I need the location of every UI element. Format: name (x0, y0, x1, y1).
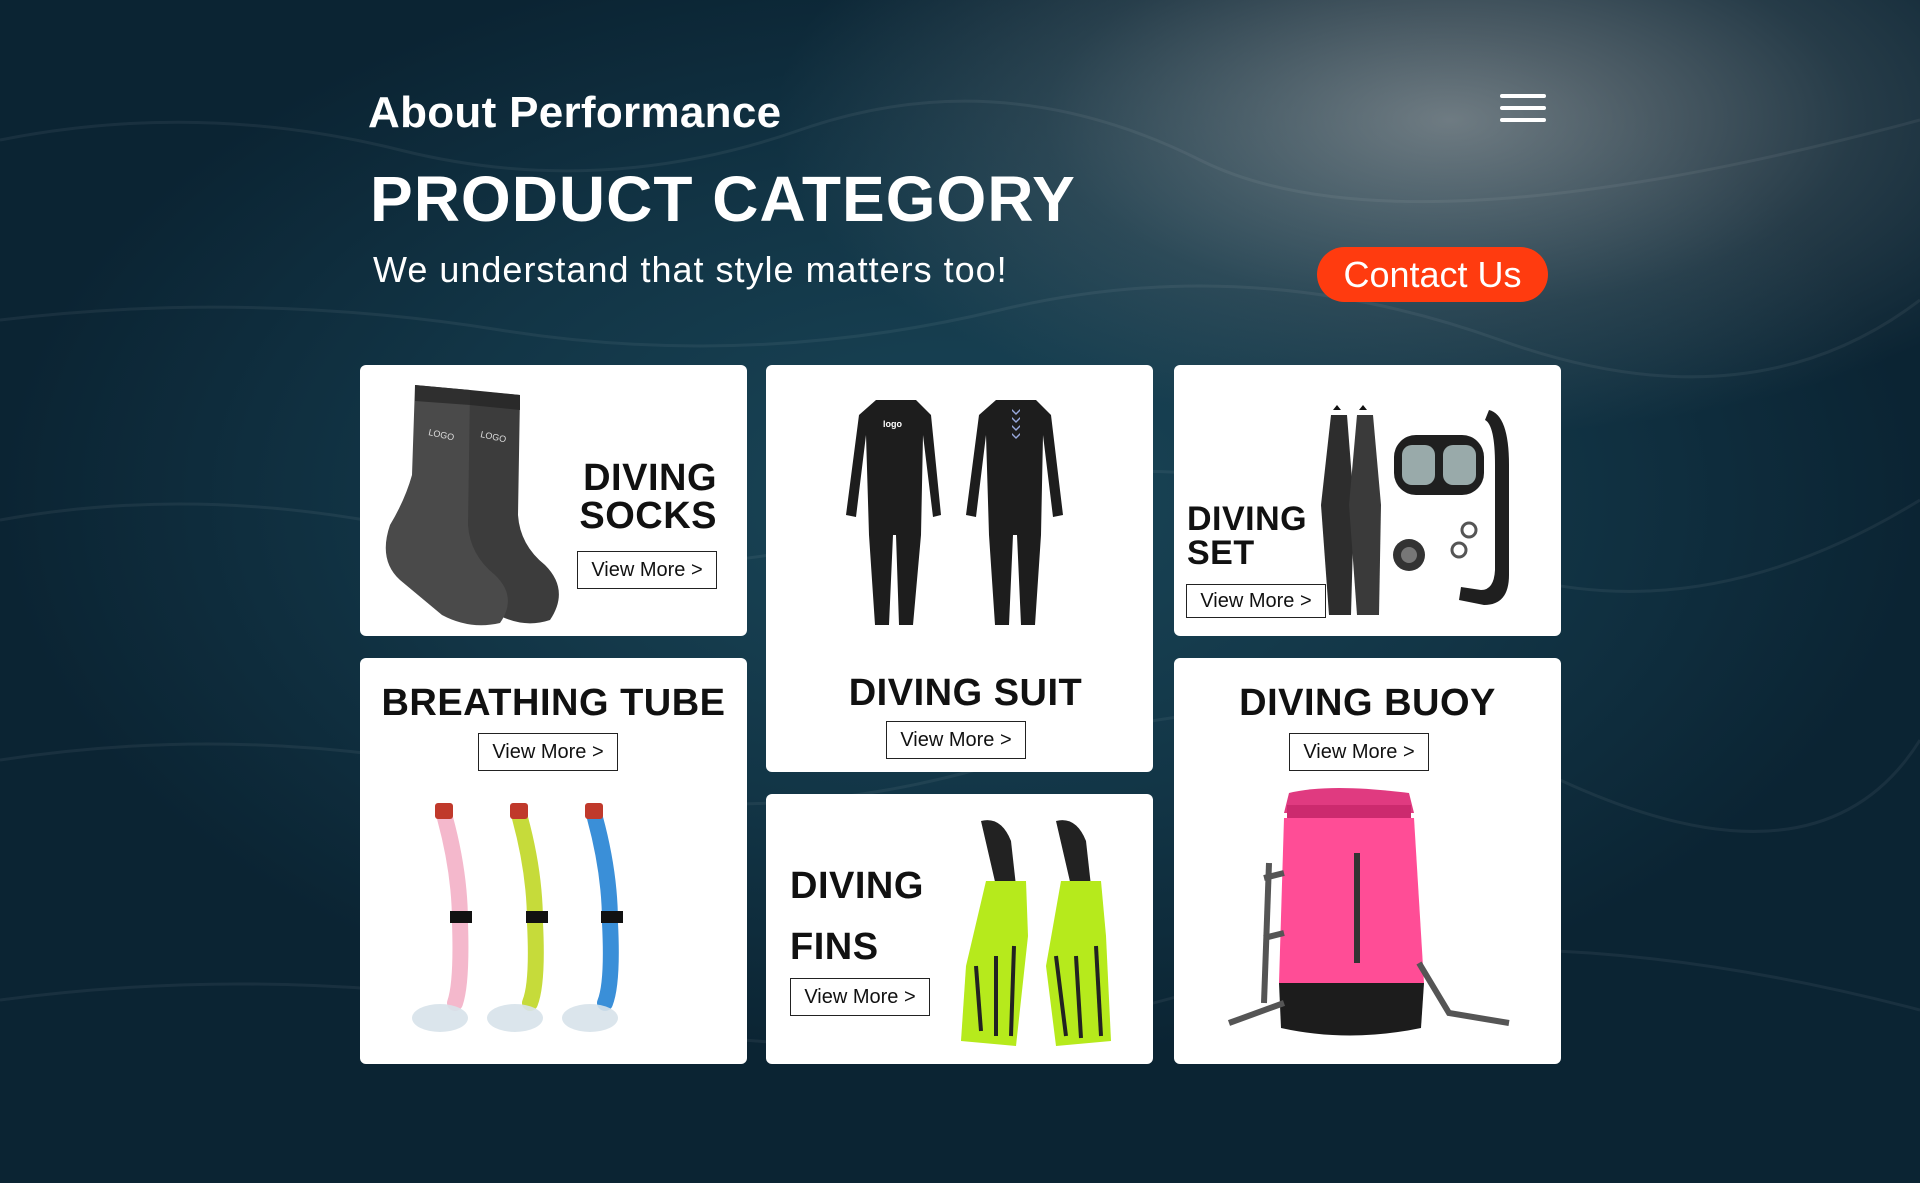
view-more-button[interactable]: View More > (1289, 733, 1429, 771)
card-diving-fins[interactable]: DIVING FINS View More > (766, 794, 1153, 1064)
card-diving-set[interactable]: DIVING SET View More > (1174, 365, 1561, 636)
page-title: PRODUCT CATEGORY (370, 163, 1076, 235)
wetsuit-image: logo (846, 400, 1063, 625)
diving-set-image (1321, 405, 1509, 615)
fins-image (961, 820, 1111, 1046)
card-title: DIVING SOCKS (579, 457, 717, 537)
view-more-button[interactable]: View More > (1186, 584, 1326, 618)
view-more-button[interactable]: View More > (478, 733, 618, 771)
dry-bag-buoy-image (1227, 788, 1510, 1036)
page-subtitle: We understand that style matters too! (373, 249, 1008, 290)
card-breathing-tube[interactable]: BREATHING TUBE View More > (360, 658, 747, 1064)
brand-title[interactable]: About Performance (368, 88, 781, 138)
card-diving-buoy[interactable]: DIVING BUOY View More > (1174, 658, 1561, 1064)
hamburger-menu-icon[interactable] (1500, 94, 1546, 126)
view-more-button[interactable]: View More > (886, 721, 1026, 759)
view-more-button[interactable]: View More > (790, 978, 930, 1016)
svg-text:logo: logo (883, 419, 902, 429)
card-title: DIVING SUIT (848, 672, 1083, 714)
socks-image: LOGO LOGO (385, 385, 559, 626)
card-title: DIVING SET (1187, 500, 1308, 572)
card-title: DIVING FINS (790, 865, 924, 968)
card-diving-suit[interactable]: logo DIVING SUIT View More > (766, 365, 1153, 772)
contact-us-button[interactable]: Contact Us (1317, 247, 1548, 302)
card-diving-socks[interactable]: LOGO LOGO DIVING SOCKS View More > (360, 365, 747, 636)
card-title: DIVING BUOY (1239, 682, 1496, 724)
card-title: BREATHING TUBE (381, 682, 726, 724)
snorkel-tubes-image (412, 803, 623, 1032)
view-more-button[interactable]: View More > (577, 551, 717, 589)
